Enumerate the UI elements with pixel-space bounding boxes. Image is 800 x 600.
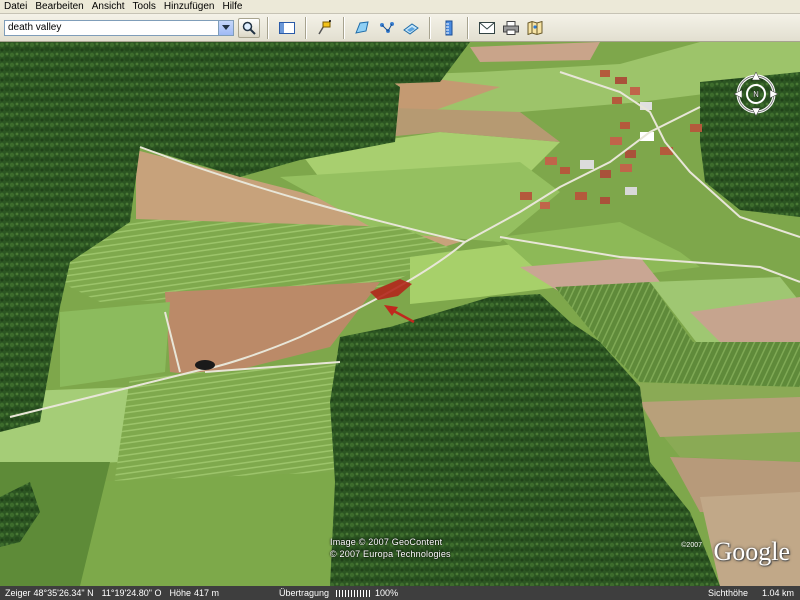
menu-datei[interactable]: Datei (0, 0, 31, 14)
pointer-longitude: 11°19'24.80" O (101, 588, 162, 598)
streaming-percent: 100% (375, 588, 399, 598)
toolbar-separator (343, 16, 345, 39)
menu-ansicht[interactable]: Ansicht (88, 0, 129, 14)
streaming-progress-bar (336, 589, 373, 597)
dropdown-arrow-icon[interactable] (218, 20, 233, 35)
magnifier-icon (242, 21, 256, 35)
toolbar (0, 14, 800, 42)
streaming-label: Übertragung (279, 588, 330, 598)
menu-hilfe[interactable]: Hilfe (218, 0, 246, 14)
logo-year: ©2007 (681, 542, 702, 549)
search-button[interactable] (238, 17, 260, 38)
aerial-imagery (0, 42, 800, 586)
image-overlay-icon[interactable] (400, 18, 422, 38)
status-bar: Zeiger 48°35'26.34" N 11°19'24.80" O Höh… (0, 586, 800, 600)
placemark-icon[interactable] (314, 18, 336, 38)
eye-altitude-label: Sichthöhe (707, 588, 748, 598)
toolbar-separator (305, 16, 307, 39)
google-logo: Google (713, 537, 790, 566)
path-icon[interactable] (376, 18, 398, 38)
pointer-latitude: 48°35'26.34" N (33, 588, 94, 598)
email-icon[interactable] (476, 18, 498, 38)
menu-hinzufuegen[interactable]: Hinzufügen (160, 0, 219, 14)
field-brown (640, 397, 800, 437)
toolbar-separator (429, 16, 431, 39)
ruler-icon[interactable] (438, 18, 460, 38)
google-maps-icon[interactable] (524, 18, 546, 38)
toolbar-separator (467, 16, 469, 39)
search-input[interactable] (5, 20, 217, 35)
pointer-label: Zeiger (5, 588, 31, 598)
elevation-label: Höhe (169, 588, 191, 598)
sidebar-toggle-icon[interactable] (276, 18, 298, 38)
elevation-value: 417 m (193, 588, 219, 598)
compass-control[interactable]: N (730, 68, 782, 120)
compass-north-label: N (753, 90, 759, 99)
menu-bearbeiten[interactable]: Bearbeiten (31, 0, 87, 14)
earth-3d-view[interactable]: N Image © 2007 GeoContent © 2007 Europa … (0, 42, 800, 586)
compass-rose-icon: N (733, 71, 779, 117)
polygon-icon[interactable] (352, 18, 374, 38)
menu-bar: Datei Bearbeiten Ansicht Tools Hinzufüge… (0, 0, 800, 14)
copyright-line: Image © 2007 GeoContent (330, 537, 443, 547)
search-combo (4, 19, 234, 36)
eye-altitude-value: 1.04 km (761, 588, 794, 598)
print-icon[interactable] (500, 18, 522, 38)
copyright-line: © 2007 Europa Technologies (330, 549, 451, 559)
menu-tools[interactable]: Tools (129, 0, 160, 14)
shadow-mark (195, 360, 215, 370)
imagery-copyright: Image © 2007 GeoContent © 2007 Europa Te… (330, 536, 451, 560)
toolbar-separator (267, 16, 269, 39)
